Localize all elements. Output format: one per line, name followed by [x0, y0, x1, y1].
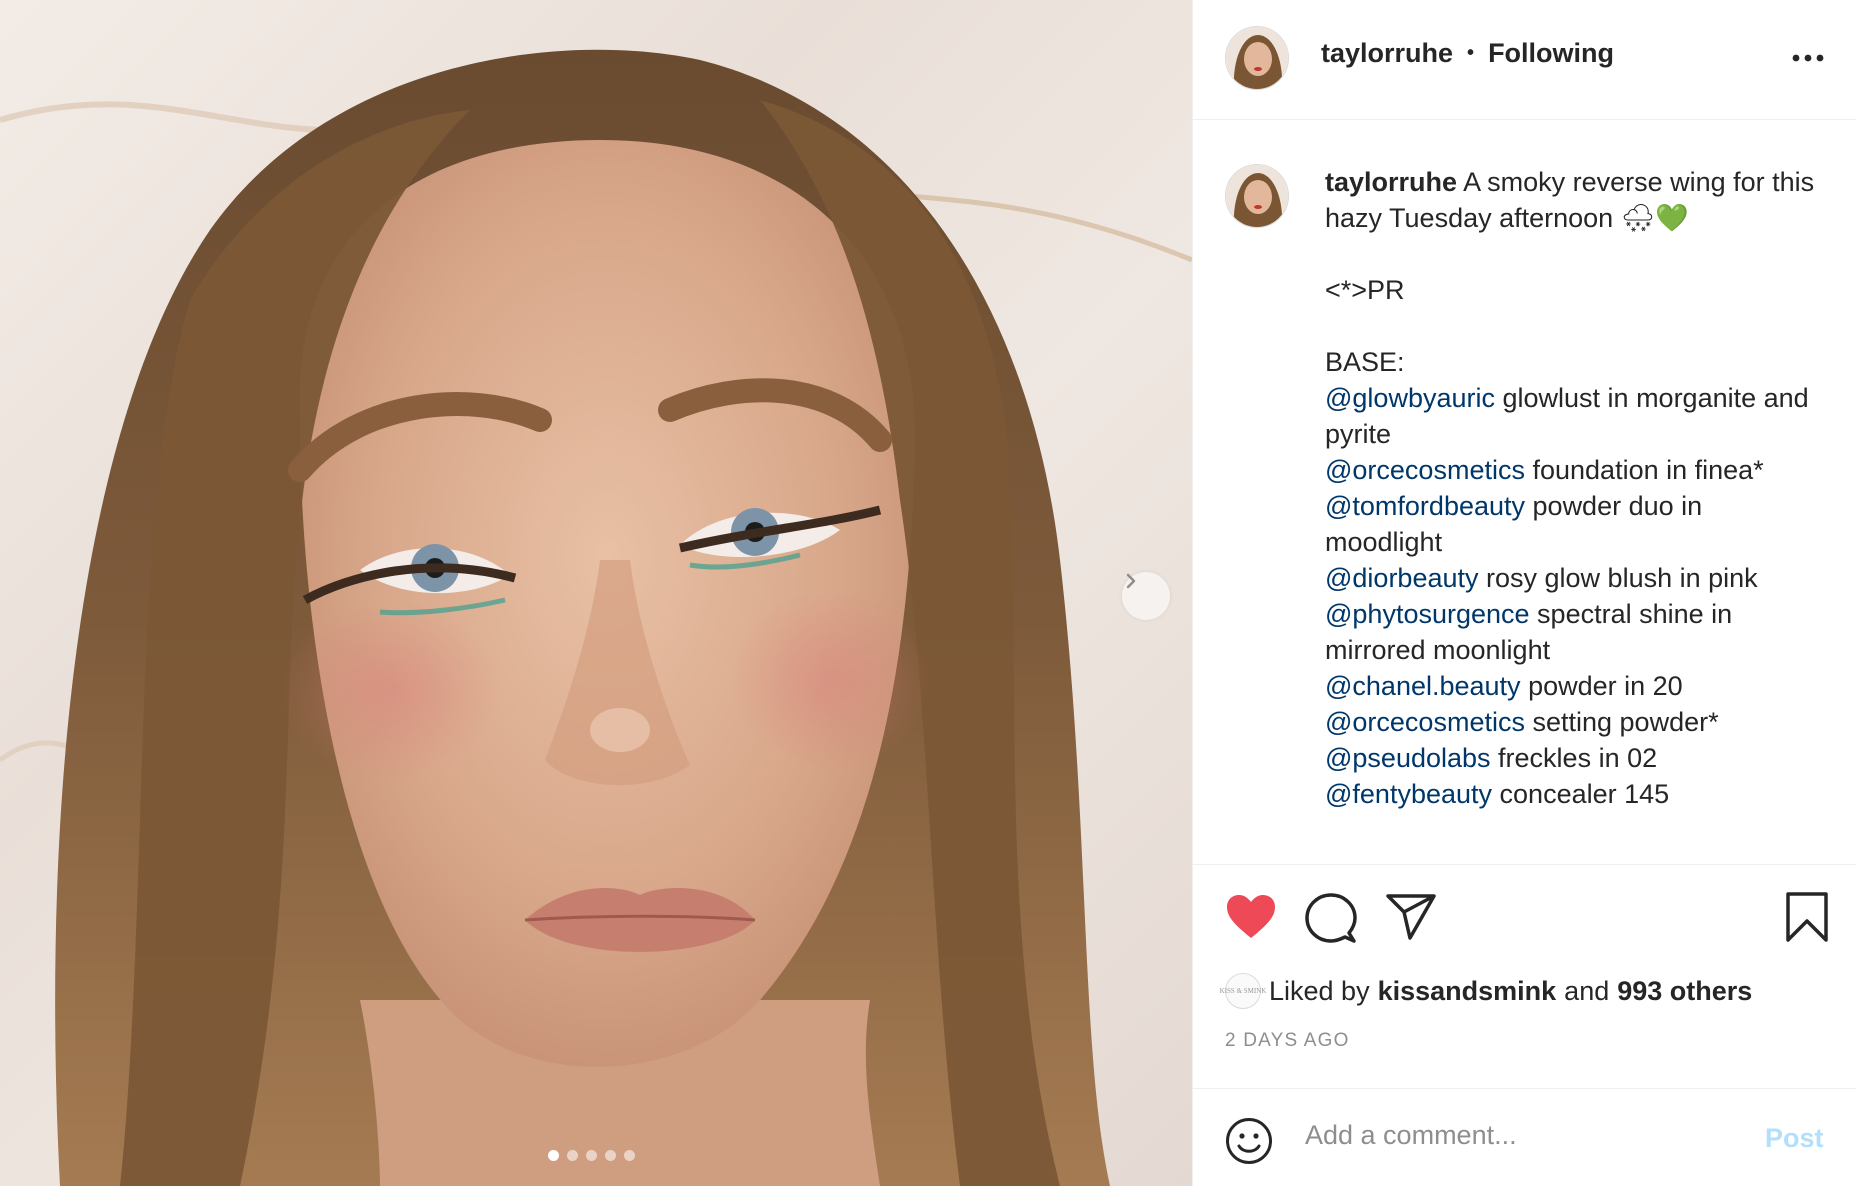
product-text: powder in 20	[1528, 671, 1683, 701]
caption-username[interactable]: taylorruhe	[1325, 167, 1457, 197]
product-line: @chanel.beauty powder in 20	[1325, 668, 1825, 704]
share-button[interactable]	[1385, 893, 1437, 946]
mention-link[interactable]: @orcecosmetics	[1325, 455, 1525, 485]
following-button[interactable]: Following	[1488, 38, 1614, 69]
product-line: @orcecosmetics foundation in finea*	[1325, 452, 1825, 488]
separator-dot: •	[1467, 42, 1475, 64]
post-header: taylorruhe • Following	[1193, 0, 1856, 120]
post-actions: KISS & SMINK Liked by kissandsmink and 9…	[1193, 865, 1856, 1065]
likes-others-link[interactable]: 993 others	[1617, 976, 1752, 1007]
smiley-icon	[1226, 1118, 1272, 1164]
author-username[interactable]: taylorruhe	[1321, 38, 1453, 69]
caption-section: taylorruhe A smoky reverse wing for this…	[1193, 120, 1856, 865]
product-line: @glowbyauric glowlust in morganite and p…	[1325, 380, 1825, 452]
bookmark-icon	[1786, 892, 1828, 942]
product-text: concealer 145	[1499, 779, 1670, 809]
paper-plane-icon	[1386, 894, 1436, 940]
likes-prefix: Liked by	[1269, 975, 1370, 1006]
product-text: foundation in finea*	[1532, 455, 1764, 485]
save-button[interactable]	[1785, 891, 1829, 948]
comment-bar: Post	[1193, 1088, 1856, 1186]
carousel-indicator	[548, 1150, 635, 1161]
mention-link[interactable]: @fentybeauty	[1325, 779, 1492, 809]
more-options-button[interactable]	[1788, 44, 1828, 72]
product-line: @orcecosmetics setting powder*	[1325, 704, 1825, 740]
more-options-icon	[1792, 54, 1824, 62]
heart-filled-icon	[1227, 895, 1275, 938]
mention-link[interactable]: @diorbeauty	[1325, 563, 1479, 593]
caption-text: taylorruhe A smoky reverse wing for this…	[1325, 164, 1825, 812]
carousel-dot	[567, 1150, 578, 1161]
mention-link[interactable]: @chanel.beauty	[1325, 671, 1521, 701]
likes-summary: KISS & SMINK Liked by kissandsmink and 9…	[1220, 973, 1752, 1009]
product-line: @fentybeauty concealer 145	[1325, 776, 1825, 812]
mention-link[interactable]: @tomfordbeauty	[1325, 491, 1525, 521]
carousel-dot	[624, 1150, 635, 1161]
carousel-dot	[605, 1150, 616, 1161]
liker-username[interactable]: kissandsmink	[1378, 976, 1557, 1007]
product-line: @tomfordbeauty powder duo in moodlight	[1325, 488, 1825, 560]
emoji-button[interactable]	[1225, 1117, 1273, 1170]
caption-section-title: BASE:	[1325, 347, 1405, 377]
carousel-next-button[interactable]	[1122, 572, 1170, 620]
mention-link[interactable]: @phytosurgence	[1325, 599, 1530, 629]
caption-intro-line: taylorruhe A smoky reverse wing for this…	[1325, 164, 1825, 236]
post-side-panel: taylorruhe • Following taylorruhe A smok…	[1192, 0, 1856, 1186]
likes-joiner: and	[1564, 975, 1610, 1006]
product-line: @phytosurgence spectral shine in mirrore…	[1325, 596, 1825, 668]
portrait-image	[0, 49, 1192, 1186]
header-user-line: taylorruhe • Following	[1321, 38, 1614, 69]
product-text: freckles in 02	[1498, 743, 1658, 773]
mention-link[interactable]: @orcecosmetics	[1325, 707, 1525, 737]
comment-button[interactable]	[1305, 893, 1357, 950]
product-line: @pseudolabs freckles in 02	[1325, 740, 1825, 776]
caption-author-avatar[interactable]	[1225, 164, 1289, 228]
carousel-dot	[586, 1150, 597, 1161]
like-button[interactable]	[1225, 893, 1277, 946]
mention-link[interactable]: @glowbyauric	[1325, 383, 1495, 413]
product-text: setting powder*	[1532, 707, 1719, 737]
mention-link[interactable]: @pseudolabs	[1325, 743, 1491, 773]
product-text: rosy glow blush in pink	[1486, 563, 1758, 593]
post-photo[interactable]	[0, 0, 1192, 1186]
author-avatar[interactable]	[1225, 26, 1289, 90]
comment-input[interactable]	[1303, 1119, 1747, 1152]
liker-avatar[interactable]: KISS & SMINK	[1220, 973, 1266, 1009]
caption-disclosure: <*>PR	[1325, 275, 1405, 305]
comment-bubble-icon	[1305, 893, 1357, 943]
post-timestamp[interactable]: 2 DAYS AGO	[1225, 1030, 1350, 1052]
product-line: @diorbeauty rosy glow blush in pink	[1325, 560, 1825, 596]
post-comment-button[interactable]: Post	[1765, 1123, 1824, 1154]
chevron-right-icon	[1126, 573, 1136, 589]
carousel-dot	[548, 1150, 559, 1161]
liker-avatar-text: KISS & SMINK	[1219, 987, 1267, 995]
